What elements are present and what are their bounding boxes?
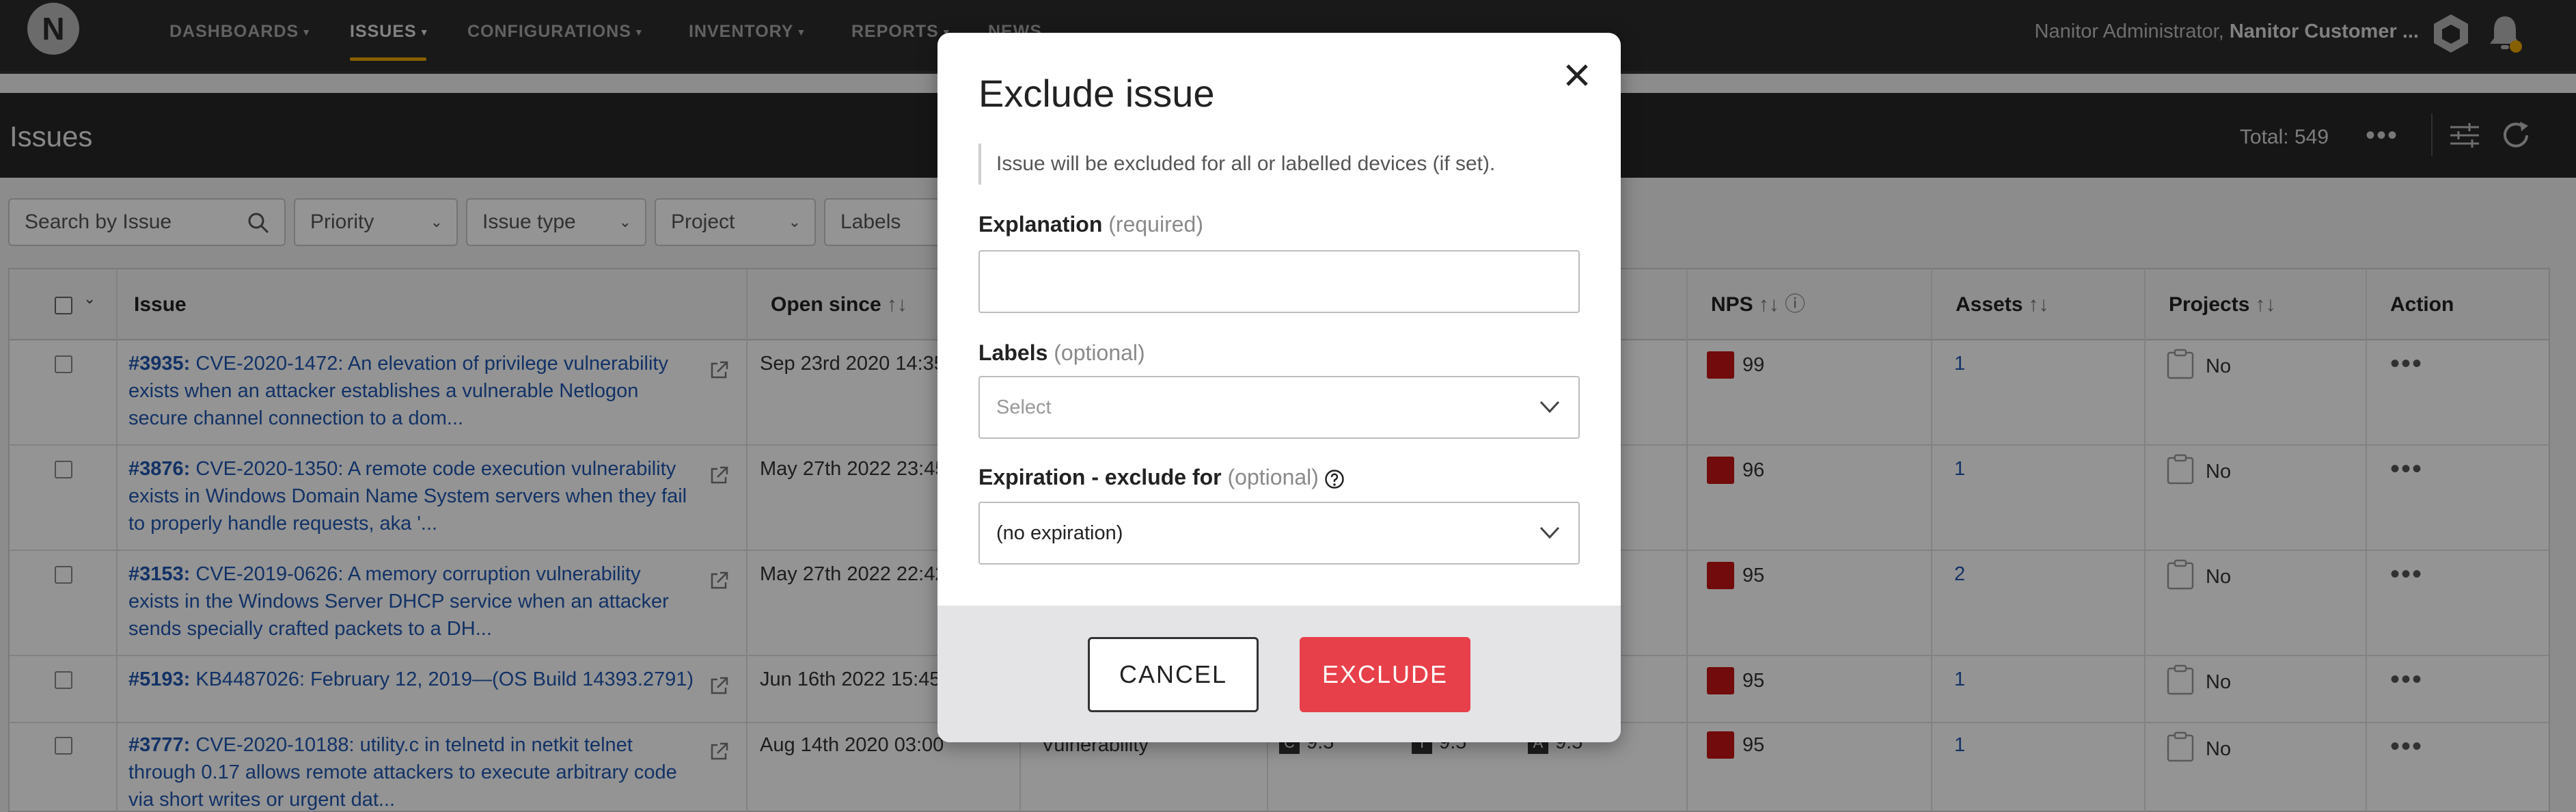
cancel-button[interactable]: CANCEL <box>1088 637 1259 712</box>
dialog-footer: CANCEL EXCLUDE <box>937 606 1621 742</box>
expiration-label: Expiration - exclude for (optional) <box>978 465 1345 490</box>
expiration-label-text: Expiration - exclude for <box>978 465 1222 489</box>
explanation-label-text: Explanation <box>978 212 1103 236</box>
explanation-label: Explanation (required) <box>978 212 1203 237</box>
labels-hint: (optional) <box>1054 340 1145 365</box>
expiration-value: (no expiration) <box>996 522 1123 544</box>
expiration-select[interactable]: (no expiration) <box>978 502 1580 565</box>
dialog-note: Issue will be excluded for all or labell… <box>978 144 1495 185</box>
dialog-title: Exclude issue <box>978 72 1215 115</box>
close-icon[interactable] <box>1558 56 1596 94</box>
chevron-down-icon <box>1539 526 1560 539</box>
chevron-down-icon <box>1539 401 1560 414</box>
exclude-button[interactable]: EXCLUDE <box>1300 637 1470 712</box>
explanation-hint: (required) <box>1108 212 1203 236</box>
help-icon[interactable] <box>1324 469 1345 489</box>
explanation-field[interactable] <box>978 250 1580 313</box>
exclude-issue-dialog: Exclude issue Issue will be excluded for… <box>937 33 1621 742</box>
labels-label: Labels (optional) <box>978 340 1145 366</box>
labels-label-text: Labels <box>978 340 1048 365</box>
labels-select[interactable]: Select <box>978 376 1580 439</box>
labels-placeholder: Select <box>996 396 1052 418</box>
expiration-hint: (optional) <box>1227 465 1319 489</box>
